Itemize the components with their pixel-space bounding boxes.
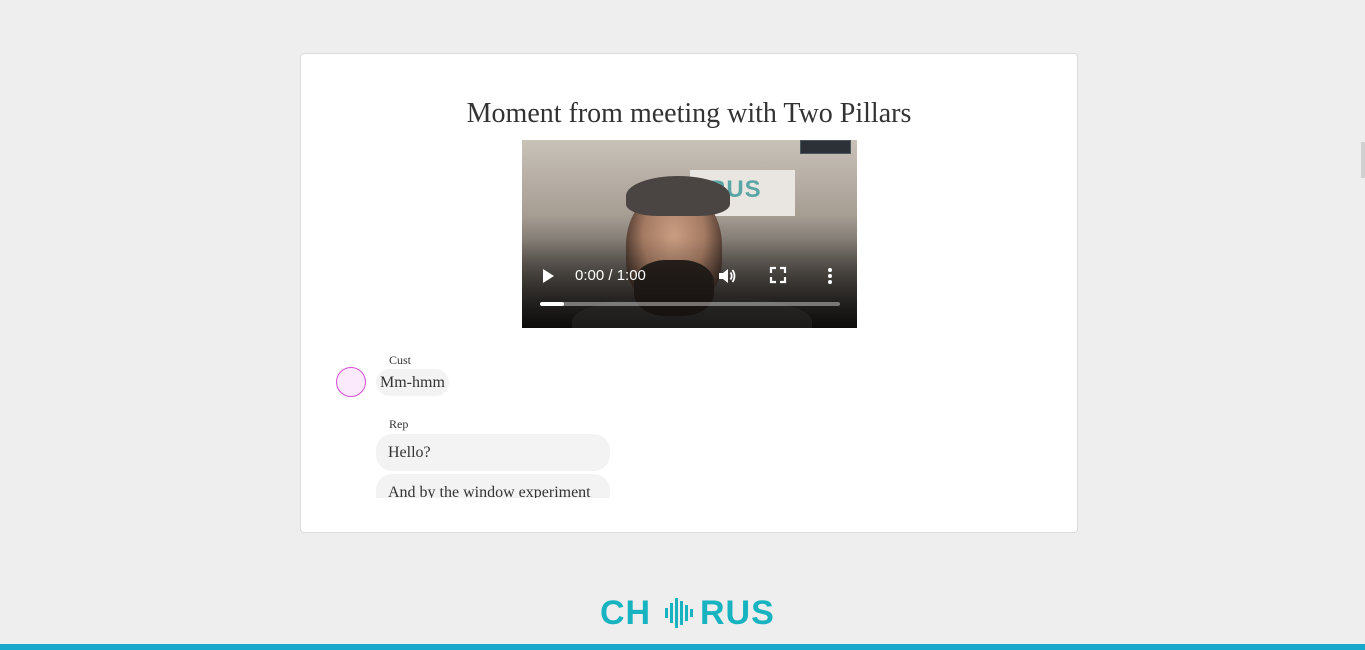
fullscreen-icon [769, 266, 787, 284]
speaker-label-rep: Rep [389, 417, 409, 431]
more-vertical-icon [828, 268, 832, 284]
video-player[interactable]: RUS 0:00 / 1:00 [522, 140, 857, 328]
message-bubble: And by the window experiment [376, 474, 610, 498]
volume-icon [719, 269, 736, 283]
speaker-label-cust: Cust [389, 353, 412, 367]
page-title: Moment from meeting with Two Pillars [466, 98, 912, 129]
video-progress-fill [540, 302, 564, 306]
video-person-cap [626, 176, 730, 216]
moment-card: Moment from meeting with Two Pillars RUS… [300, 53, 1078, 533]
message-bubble: Mm-hmm [376, 369, 449, 396]
video-corner-overlay [800, 140, 851, 154]
fullscreen-button[interactable] [769, 266, 787, 284]
video-time-label: 0:00 / 1:00 [575, 267, 646, 284]
message-bubble: Hello? [376, 434, 610, 471]
avatar [336, 367, 366, 397]
video-progress-bar[interactable] [540, 302, 840, 306]
logo-text-suffix: RUS [700, 594, 775, 632]
play-icon [543, 269, 554, 283]
scrollbar-thumb[interactable] [1361, 142, 1365, 178]
play-button[interactable] [540, 266, 556, 286]
video-controls-shade [522, 238, 857, 328]
soundwave-icon [665, 598, 693, 628]
transcript: Cust Mm-hmm Rep Hello? And by the window… [336, 350, 1036, 498]
bottom-accent-bar [0, 644, 1365, 650]
volume-button[interactable] [717, 266, 737, 286]
more-options-button[interactable] [822, 266, 838, 286]
chorus-logo: CH RUS [600, 594, 780, 632]
logo-text-prefix: CH [600, 594, 652, 632]
